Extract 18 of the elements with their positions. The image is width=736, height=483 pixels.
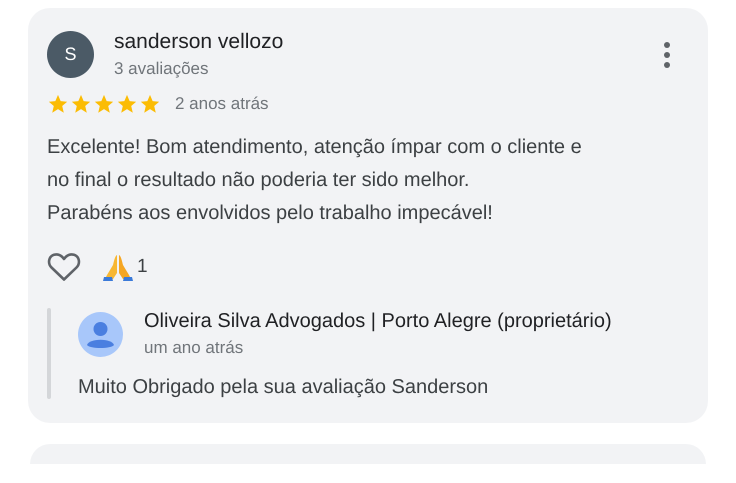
reply-text: Muito Obrigado pela sua avaliação Sanderson bbox=[78, 376, 490, 399]
reaction-count: 1 bbox=[137, 256, 148, 278]
reply-time: um ano atrás bbox=[144, 338, 244, 358]
star-icon bbox=[47, 93, 69, 115]
heart-icon[interactable] bbox=[47, 252, 81, 282]
owner-avatar-icon bbox=[78, 312, 123, 356]
star-icon bbox=[116, 93, 138, 115]
review-count: 3 avaliações bbox=[114, 59, 210, 79]
review-time: 2 anos atrás bbox=[175, 94, 269, 114]
owner-name: Oliveira Silva Advogados | Porto Alegre (proprietário) bbox=[144, 310, 612, 333]
star-icon bbox=[70, 93, 92, 115]
praying-hands-icon[interactable] bbox=[103, 253, 133, 281]
avatar: S bbox=[47, 31, 94, 78]
star-icon bbox=[93, 93, 115, 115]
star-icon bbox=[139, 93, 161, 115]
reviewer-name[interactable]: sanderson vellozo bbox=[114, 30, 643, 54]
more-options-icon[interactable] bbox=[663, 40, 671, 68]
review-text: Excelente! Bom atendimento, atenção ímpar com o cliente e no final o resultado não poderia ter sido melhor. Parabéns aos envolvidos pelo trabalho impecável! bbox=[47, 135, 583, 226]
